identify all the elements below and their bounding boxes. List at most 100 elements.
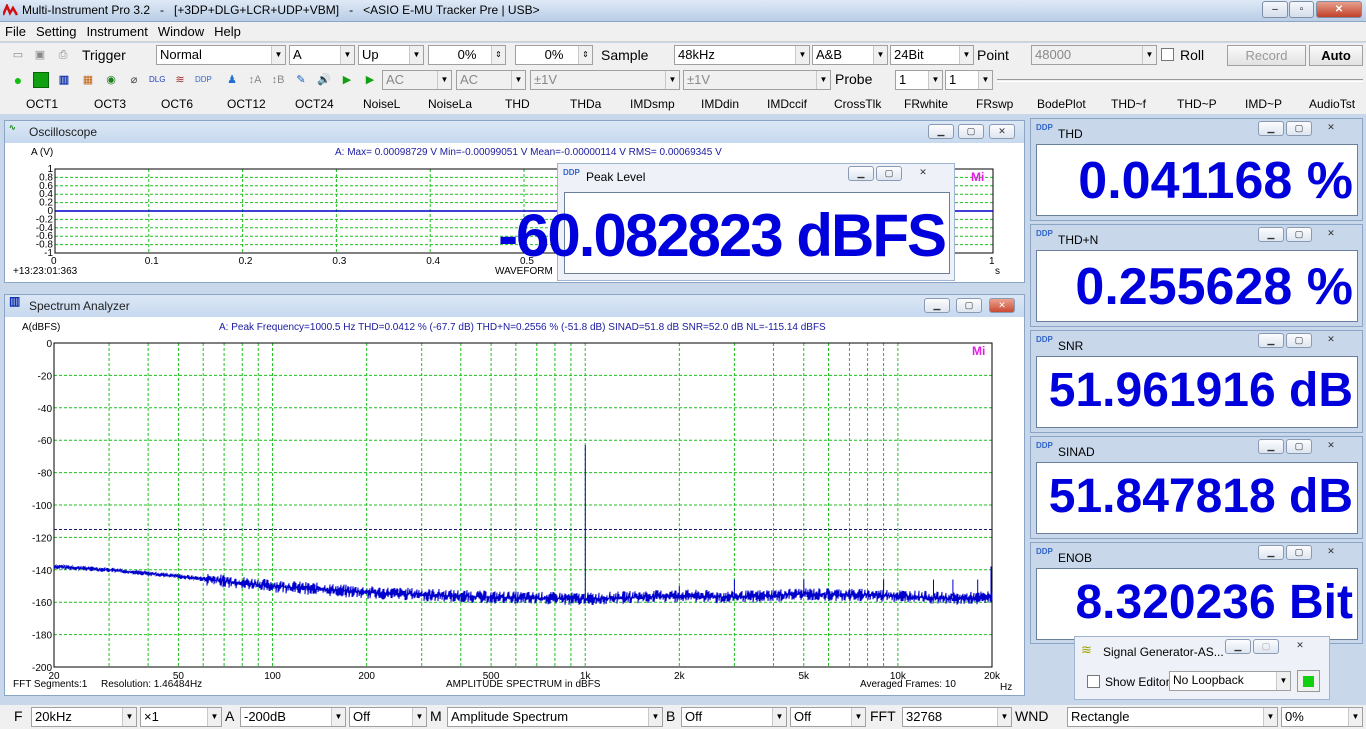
minimize-button[interactable]: ▁ xyxy=(1258,333,1284,348)
points-select[interactable]: 48000 ▼ xyxy=(1031,45,1157,65)
minimize-button[interactable]: ▁ xyxy=(1258,545,1284,560)
peak-level-titlebar[interactable]: DDP Peak Level ▁ ▢ ✕ xyxy=(558,164,954,186)
save-icon[interactable]: ▣ xyxy=(32,47,48,63)
macro-button[interactable]: BodePlot xyxy=(1037,97,1086,111)
maximize-button[interactable]: ▢ xyxy=(958,124,984,139)
minimize-button[interactable]: ▁ xyxy=(1258,227,1284,242)
roll-checkbox[interactable] xyxy=(1161,48,1174,61)
macro-button[interactable]: IMD~P xyxy=(1245,97,1282,111)
close-button[interactable]: ✕ xyxy=(910,166,936,181)
trigger-slider[interactable] xyxy=(997,79,1363,82)
close-button[interactable]: ✕ xyxy=(1318,333,1344,348)
minimize-button[interactable]: ▁ xyxy=(1258,439,1284,454)
range-b-select[interactable]: ±1V ▼ xyxy=(683,70,831,90)
close-button[interactable]: ✕ xyxy=(1287,639,1313,654)
macro-button[interactable]: OCT12 xyxy=(227,97,266,111)
tb-icon[interactable]: ↕B xyxy=(270,72,286,88)
show-editor-checkbox[interactable] xyxy=(1087,675,1100,688)
trigger-mode-select[interactable]: Normal ▼ xyxy=(156,45,286,65)
b-offset-select[interactable]: Off ▼ xyxy=(790,707,866,727)
device-test-icon[interactable]: ♟ xyxy=(224,72,240,88)
signal-gen-icon[interactable]: ≋ xyxy=(172,72,188,88)
bit-depth-select[interactable]: 24Bit ▼ xyxy=(890,45,974,65)
spinner-icon[interactable]: ⇕ xyxy=(578,46,592,64)
macro-button[interactable]: FRwhite xyxy=(904,97,948,111)
menu-window[interactable]: Window xyxy=(153,22,209,41)
menu-file[interactable]: File xyxy=(0,22,31,41)
macro-button[interactable]: IMDccif xyxy=(767,97,807,111)
macro-button[interactable]: THD~P xyxy=(1177,97,1217,111)
loopback-select[interactable]: No Loopback ▼ xyxy=(1169,671,1291,691)
minimize-button[interactable]: – xyxy=(1262,1,1288,18)
print-icon[interactable]: ⎙ xyxy=(55,47,71,63)
spectrogram-icon[interactable]: ◉ xyxy=(103,72,119,88)
pretrigger-input[interactable]: 0% ⇕ xyxy=(515,45,593,65)
a-offset-select[interactable]: Off ▼ xyxy=(349,707,427,727)
maximize-button[interactable]: ▢ xyxy=(956,298,982,313)
maximize-button[interactable]: ▢ xyxy=(876,166,902,181)
menu-setting[interactable]: Setting xyxy=(31,22,81,41)
maximize-button[interactable]: ▢ xyxy=(1286,227,1312,242)
probe-b-select[interactable]: 1 ▼ xyxy=(945,70,993,90)
record-button[interactable]: Record xyxy=(1227,45,1306,66)
coupling-b-select[interactable]: AC ▼ xyxy=(456,70,526,90)
trigger-level-input[interactable]: 0% ⇕ xyxy=(428,45,506,65)
macro-button[interactable]: OCT6 xyxy=(161,97,193,111)
ddp-icon[interactable]: DDP xyxy=(195,72,212,88)
macro-button[interactable]: OCT1 xyxy=(26,97,58,111)
macro-button[interactable]: NoiseLa xyxy=(428,97,472,111)
sample-rate-select[interactable]: 48kHz ▼ xyxy=(674,45,810,65)
zoom-select[interactable]: ×1 ▼ xyxy=(140,707,222,727)
close-button[interactable]: ✕ xyxy=(1316,1,1362,18)
data-logger-icon[interactable]: DLG xyxy=(149,72,165,88)
oscilloscope-titlebar[interactable]: ∿ Oscilloscope ▁ ▢ ✕ xyxy=(5,121,1024,143)
maximize-button[interactable]: ▢ xyxy=(1286,333,1312,348)
maximize-button[interactable]: ▢ xyxy=(1286,439,1312,454)
phase-icon[interactable]: ⌀ xyxy=(126,72,142,88)
run-indicator-icon[interactable]: ● xyxy=(10,72,26,88)
ta-icon[interactable]: ↕A xyxy=(247,72,263,88)
close-button[interactable]: ✕ xyxy=(1318,121,1344,136)
close-button[interactable]: ✕ xyxy=(989,124,1015,139)
minimize-button[interactable]: ▁ xyxy=(848,166,874,181)
minimize-button[interactable]: ▁ xyxy=(928,124,954,139)
auto-button[interactable]: Auto xyxy=(1309,45,1363,66)
minimize-button[interactable]: ▁ xyxy=(924,298,950,313)
menu-help[interactable]: Help xyxy=(209,22,246,41)
close-button[interactable]: ✕ xyxy=(1318,227,1344,242)
coupling-a-select[interactable]: AC ▼ xyxy=(382,70,452,90)
maximize-button[interactable]: ▢ xyxy=(1286,545,1312,560)
play-icon[interactable]: ▶ xyxy=(339,72,355,88)
window-function-select[interactable]: Rectangle ▼ xyxy=(1067,707,1278,727)
channel-select[interactable]: A&B ▼ xyxy=(812,45,888,65)
trigger-source-select[interactable]: A ▼ xyxy=(289,45,355,65)
macro-button[interactable]: IMDdin xyxy=(701,97,739,111)
speaker-icon[interactable]: 🔊 xyxy=(316,72,332,88)
minimize-button[interactable]: ▁ xyxy=(1225,639,1251,654)
spectrum-titlebar[interactable]: ▥ Spectrum Analyzer ▁ ▢ ✕ xyxy=(5,295,1024,317)
spinner-icon[interactable]: ⇕ xyxy=(491,46,505,64)
macro-button[interactable]: IMDsmp xyxy=(630,97,675,111)
close-button[interactable]: ✕ xyxy=(989,298,1015,313)
macro-button[interactable]: OCT3 xyxy=(94,97,126,111)
macro-button[interactable]: AudioTst xyxy=(1309,97,1355,111)
maximize-button[interactable]: ▫ xyxy=(1289,1,1314,18)
macro-button[interactable]: CrossTlk xyxy=(834,97,881,111)
macro-button[interactable]: THD xyxy=(505,97,530,111)
b-range-select[interactable]: Off ▼ xyxy=(681,707,787,727)
a-range-select[interactable]: -200dB ▼ xyxy=(240,707,346,727)
maximize-button[interactable]: ▢ xyxy=(1286,121,1312,136)
macro-button[interactable]: NoiseL xyxy=(363,97,400,111)
maximize-button[interactable]: ▢ xyxy=(1253,639,1279,654)
macro-button[interactable]: THD~f xyxy=(1111,97,1146,111)
spectrum-chart[interactable]: A(dBFS) A: Peak Frequency=1000.5 Hz THD=… xyxy=(5,317,1024,695)
macro-button[interactable]: FRswp xyxy=(976,97,1013,111)
macro-button[interactable]: OCT24 xyxy=(295,97,334,111)
fft-size-select[interactable]: 32768 ▼ xyxy=(902,707,1012,727)
spectrum-icon[interactable]: ▥ xyxy=(56,72,72,88)
minimize-button[interactable]: ▁ xyxy=(1258,121,1284,136)
macro-button[interactable]: THDa xyxy=(570,97,601,111)
play-step-icon[interactable]: ▶ xyxy=(362,72,378,88)
overlap-select[interactable]: 0% ▼ xyxy=(1281,707,1363,727)
trigger-edge-select[interactable]: Up ▼ xyxy=(358,45,424,65)
